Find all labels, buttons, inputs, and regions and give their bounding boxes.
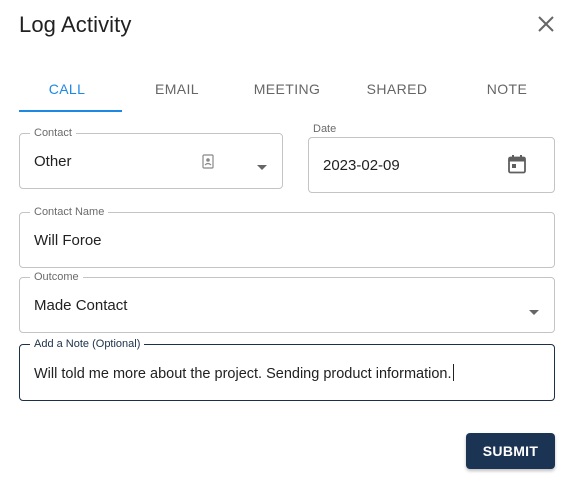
active-tab-indicator: [19, 110, 122, 112]
tab-call[interactable]: CALL: [12, 70, 122, 112]
chevron-down-icon[interactable]: [529, 303, 539, 321]
contact-card-icon[interactable]: [202, 154, 214, 174]
contact-name-value: Will Foroe: [34, 232, 102, 249]
text-cursor: [452, 364, 454, 381]
close-icon[interactable]: [536, 14, 556, 34]
tab-meeting[interactable]: MEETING: [232, 70, 342, 112]
outcome-label: Outcome: [30, 270, 83, 284]
date-label: Date: [313, 123, 337, 135]
contact-name-label: Contact Name: [30, 205, 109, 219]
dialog-title: Log Activity: [19, 12, 132, 37]
submit-button[interactable]: SUBMIT: [466, 433, 555, 469]
contact-name-field[interactable]: Contact Name Will Foroe: [19, 205, 555, 268]
activity-type-tabs: CALL EMAIL MEETING SHARED NOTE: [12, 70, 560, 112]
outcome-select[interactable]: Outcome Made Contact: [19, 270, 555, 333]
note-field[interactable]: Add a Note (Optional) Will told me more …: [19, 337, 555, 401]
date-value: 2023-02-09: [323, 157, 400, 174]
tab-email[interactable]: EMAIL: [122, 70, 232, 112]
tab-shared[interactable]: SHARED: [342, 70, 452, 112]
tab-note[interactable]: NOTE: [452, 70, 562, 112]
calendar-icon[interactable]: [507, 154, 527, 179]
contact-value: Other: [34, 153, 72, 170]
note-label: Add a Note (Optional): [30, 337, 145, 351]
chevron-down-icon[interactable]: [257, 158, 267, 176]
note-text: Will told me more about the project. Sen…: [34, 366, 452, 382]
note-value: Will told me more about the project. Sen…: [34, 364, 454, 382]
contact-label: Contact: [30, 126, 76, 140]
outcome-value: Made Contact: [34, 297, 128, 314]
contact-select[interactable]: Contact Other: [19, 126, 283, 189]
date-field[interactable]: 2023-02-09: [308, 137, 555, 193]
